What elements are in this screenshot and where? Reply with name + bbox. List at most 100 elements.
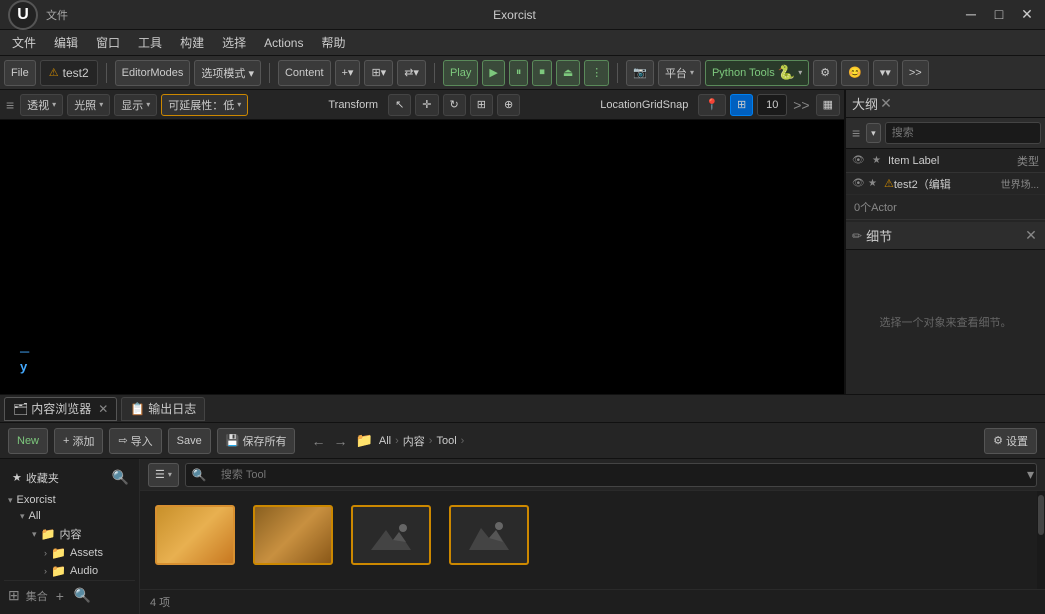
asset-search-input[interactable] [213,464,1025,486]
rotate-tool[interactable]: ↻ [443,94,466,116]
asset-item-image2[interactable] [444,501,534,573]
play-control-eject[interactable]: ⏏ [556,60,580,86]
menu-window[interactable]: 窗口 [88,32,128,53]
tab-close-icon[interactable]: ✕ [98,402,108,416]
tree-item-all[interactable]: ▾ All [16,508,135,524]
tab-content-browser[interactable]: 🗂 内容浏览器 ✕ [4,397,117,421]
nav-forward-button[interactable]: → [331,431,349,451]
add-button[interactable]: + 添加 [54,428,103,454]
camera-button[interactable]: 📷 [626,60,654,86]
asset-item-folder2[interactable] [248,501,338,573]
asset-item-image1[interactable] [346,501,436,573]
save-button[interactable]: Save [168,428,211,454]
python-tools-button[interactable]: Python Tools 🐍 ▾ [705,60,809,86]
tab-label: test2 [63,66,89,80]
maximize-button[interactable]: □ [989,6,1009,23]
grid-toggle[interactable]: ▦ [816,94,840,116]
show-dropdown[interactable]: 显示 ▾ [114,94,157,116]
menu-actions[interactable]: Actions [256,34,311,52]
folder2-thumb [253,505,333,565]
outline-search-input[interactable] [885,122,1041,144]
content-btn2[interactable]: ⊞▾ [364,60,393,86]
nav-back-button[interactable]: ← [309,431,327,451]
more-options-icon[interactable]: >> [791,95,811,115]
close-button[interactable]: ✕ [1017,6,1037,23]
menu-help[interactable]: 帮助 [313,32,353,53]
settings-btn[interactable]: ⚙ [813,60,837,86]
outline-menu-button[interactable]: ≡ [850,123,862,143]
file-menu-item[interactable]: 文件 [46,7,68,23]
perspective-dropdown[interactable]: 透视 ▾ [20,94,63,116]
content-add-button[interactable]: +▾ [335,60,361,86]
outline-filter-dropdown[interactable]: ▾ [866,123,881,143]
asset-item-folder1[interactable] [150,501,240,573]
hamburger-icon-button[interactable]: ≡ [4,95,16,115]
import-label: 导入 [131,433,153,449]
tree-item-assets[interactable]: › 📁 Assets [40,544,135,562]
import-button[interactable]: ⇨ 导入 [109,428,161,454]
menu-select[interactable]: 选择 [214,32,254,53]
root-item[interactable]: ▾ Exorcist [4,492,135,508]
menu-tools[interactable]: 工具 [130,32,170,53]
nav-up-button[interactable]: 📁 [353,430,374,451]
move-tool[interactable]: ✛ [415,94,438,116]
grid-btn[interactable]: ⊞ [730,94,753,116]
file-button[interactable]: File [4,60,36,86]
search-collection-icon[interactable]: 🔍 [72,585,93,606]
lighting-dropdown[interactable]: 光照 ▾ [67,94,110,116]
editor-modes-button[interactable]: EditorModes [115,60,191,86]
search-filter-button[interactable]: ▾ [1025,464,1036,485]
extensibility-label: 可延展性：低 [168,97,234,113]
world-tool[interactable]: ⊕ [497,94,520,116]
menu-build[interactable]: 构建 [172,32,212,53]
python-label: Python Tools [712,67,775,79]
minimize-button[interactable]: ─ [961,6,981,23]
platform-dropdown[interactable]: 平台 ▾ [658,60,701,86]
grid-value-input[interactable] [757,94,787,116]
menu-edit[interactable]: 编辑 [46,32,86,53]
face-btn[interactable]: 😊 [841,60,869,86]
add-collection-button[interactable]: + [54,586,66,606]
settings-button[interactable]: ⚙ 设置 [984,428,1037,454]
favorites-item[interactable]: ★ 收藏夹 [8,468,63,488]
outline-close-button[interactable]: ✕ [878,95,894,112]
play-control-pause[interactable]: ⏸ [509,60,529,86]
detail-close-button[interactable]: ✕ [1023,227,1039,244]
content-btn3[interactable]: ⇄▾ [397,60,426,86]
play-control-stop[interactable]: ⏹ [532,60,552,86]
save-all-button[interactable]: 💾 保存所有 [217,428,296,454]
settings-label: 设置 [1006,433,1028,449]
tree-item-content[interactable]: ▾ 📁 内容 [28,524,135,544]
tab-output-log[interactable]: 📋 输出日志 [121,397,205,421]
search-icon: 🔍 [186,468,213,482]
tab-test2[interactable]: ⚠ test2 [40,60,98,86]
tree-item-audio[interactable]: › 📁 Audio [40,562,135,580]
extra-dropdown[interactable]: ▾▾ [873,60,898,86]
new-button[interactable]: New [8,428,48,454]
extensibility-dropdown[interactable]: 可延展性：低 ▾ [161,94,248,116]
select-tool[interactable]: ↖ [388,94,411,116]
breadcrumb-tool[interactable]: Tool [436,435,456,447]
mode-dropdown[interactable]: 选项模式 ▾ [194,60,261,86]
asset-view-dropdown[interactable]: ☰ ▾ [148,463,179,487]
scale-tool[interactable]: ⊞ [470,94,493,116]
asset-scrollbar[interactable] [1037,491,1045,589]
breadcrumb-all[interactable]: All [379,435,391,447]
sidebar-search-icon[interactable]: 🔍 [110,467,131,488]
assets-folder-icon: 📁 [51,546,66,560]
snap-btn[interactable]: 📍 [698,94,726,116]
play-more[interactable]: ⋮ [584,60,609,86]
play-control-play[interactable]: ▶ [482,60,504,86]
warning-icon: ⚠ [49,66,59,79]
bottom-panel: 🗂 内容浏览器 ✕ 📋 输出日志 New + 添加 ⇨ 导入 Save 💾 保存… [0,394,1045,614]
breadcrumb-bar: ← → 📁 All › 内容 › Tool › [309,430,464,451]
breadcrumb-content[interactable]: 内容 [403,433,425,449]
outline-toolbar: ≡ ▾ ▾ + ⚙ [846,118,1045,149]
main-area: ≡ 透视 ▾ 光照 ▾ 显示 ▾ 可延展性：低 ▾ Transform ↖ ✛ … [0,90,1045,394]
play-button[interactable]: Play [443,60,478,86]
content-button[interactable]: Content [278,60,331,86]
axis-x: ─ [20,344,29,359]
menu-file[interactable]: 文件 [4,32,44,53]
chevron-right-btn[interactable]: >> [902,60,929,86]
outline-row[interactable]: 👁 ★ ⚠ test2（编辑 世界场... [846,173,1045,195]
